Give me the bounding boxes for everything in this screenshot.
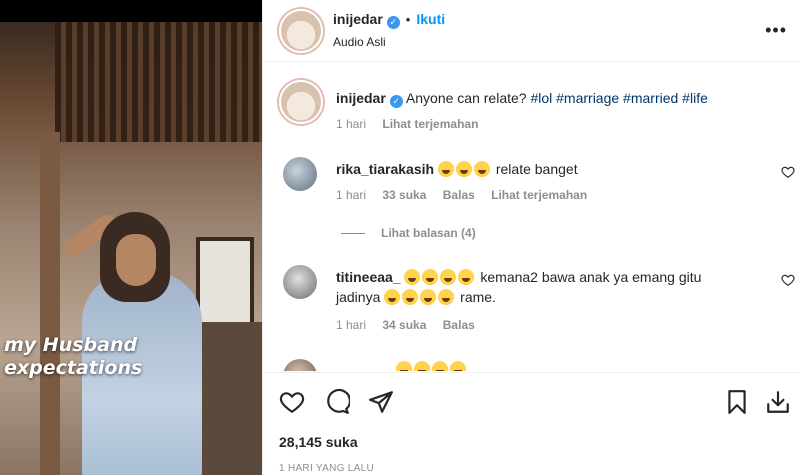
rofl-emoji-icon [473,161,490,177]
commenter-avatar[interactable] [283,265,317,299]
save-bookmark-icon[interactable] [724,389,750,415]
like-comment-heart-icon[interactable] [781,165,795,179]
video-frame [0,22,262,475]
caption-avatar[interactable] [279,80,323,124]
caption-hashtags[interactable]: #lol #marriage #married #life [530,90,707,106]
person-face [116,234,156,286]
commenter-username[interactable]: rika_tiarakasih [336,161,434,177]
post-actions: 28,145 suka 1 HARI YANG LALU [263,372,800,475]
comment-body-part2-suffix: rame. [460,289,496,305]
laughing-emoji-icon [384,289,401,305]
view-replies-label: Lihat balasan (4) [381,226,476,240]
header-title-row: inijedar ✓ • Ikuti [333,11,445,29]
like-heart-icon[interactable] [279,389,305,415]
comment-likes[interactable]: 34 suka [382,318,426,332]
like-comment-heart-icon[interactable] [781,273,795,287]
wooden-pillar [40,132,60,475]
comment-body-part2-prefix: jadinya [336,289,381,305]
author-username[interactable]: inijedar [333,11,383,27]
caption-time: 1 hari [336,117,367,131]
caption-translate-link[interactable]: Lihat terjemahan [382,117,478,131]
ceiling-slats [55,22,262,142]
caption-username[interactable]: inijedar [336,90,386,106]
download-icon[interactable] [765,389,791,415]
comment-time: 1 hari [336,318,367,332]
view-replies-button[interactable]: Lihat balasan (4) [341,226,476,240]
comment-meta: 1 hari 34 suka Balas [336,318,488,332]
author-avatar[interactable] [279,9,323,53]
share-send-icon[interactable] [368,389,394,415]
laughing-emoji-icon [438,289,455,305]
comment-text: rika_tiarakasih relate banget [336,159,756,179]
follow-button[interactable]: Ikuti [416,11,445,27]
overlay-line-1: my Husband [4,334,138,356]
comment-text: titineeaa_ kemana2 bawa anak ya emang gi… [336,267,756,307]
rofl-emoji-icon [458,269,475,285]
comment-body: relate banget [495,161,578,177]
post-panel: inijedar ✓ • Ikuti Audio Asli ••• inijedar ✓… [262,0,800,475]
laughing-emoji-icon [402,289,419,305]
window-pane [196,237,254,327]
comment-meta: 1 hari 33 suka Balas Lihat terjemahan [336,188,600,202]
comment-time: 1 hari [336,188,367,202]
comment-bubble-icon[interactable] [324,389,350,415]
comment-likes[interactable]: 33 suka [382,188,426,202]
post-timestamp: 1 HARI YANG LALU [279,463,375,474]
verified-badge-icon: ✓ [386,16,400,29]
partial-emoji-row [396,361,468,371]
comment-translate-link[interactable]: Lihat terjemahan [491,188,587,202]
verified-badge-icon: ✓ [389,95,403,108]
comments-list[interactable]: inijedar ✓ Anyone can relate? #lol #marri… [263,63,800,371]
emoji-icon [432,361,448,371]
rofl-emoji-icon [422,269,439,285]
post-header: inijedar ✓ • Ikuti Audio Asli ••• [263,0,800,62]
commenter-avatar[interactable] [283,157,317,191]
commenter-avatar[interactable] [283,359,317,371]
caption-body: Anyone can relate? [405,90,527,106]
replies-divider [341,233,365,235]
overlay-line-2: expectations [4,357,143,379]
caption-meta: 1 hari Lihat terjemahan [336,117,491,131]
reply-button[interactable]: Balas [443,188,475,202]
commenter-username[interactable]: titineeaa_ [336,269,401,285]
emoji-icon [414,361,430,371]
caption-text: inijedar ✓ Anyone can relate? #lol #marri… [336,88,756,108]
reply-button[interactable]: Balas [443,318,475,332]
reel-video[interactable]: my Husband expectations [0,0,262,475]
audio-link[interactable]: Audio Asli [333,35,386,49]
video-text-overlay: my Husband expectations [0,334,262,380]
rofl-emoji-icon [404,269,421,285]
rofl-emoji-icon [455,161,472,177]
more-options-icon[interactable]: ••• [765,20,787,41]
laughing-emoji-icon [420,289,437,305]
rofl-emoji-icon [440,269,457,285]
comment-body-part1: kemana2 bawa anak ya emang gitu [480,269,702,285]
emoji-icon [450,361,466,371]
emoji-icon [396,361,412,371]
separator-dot: • [405,12,411,27]
likes-count[interactable]: 28,145 suka [279,434,358,450]
rofl-emoji-icon [437,161,454,177]
